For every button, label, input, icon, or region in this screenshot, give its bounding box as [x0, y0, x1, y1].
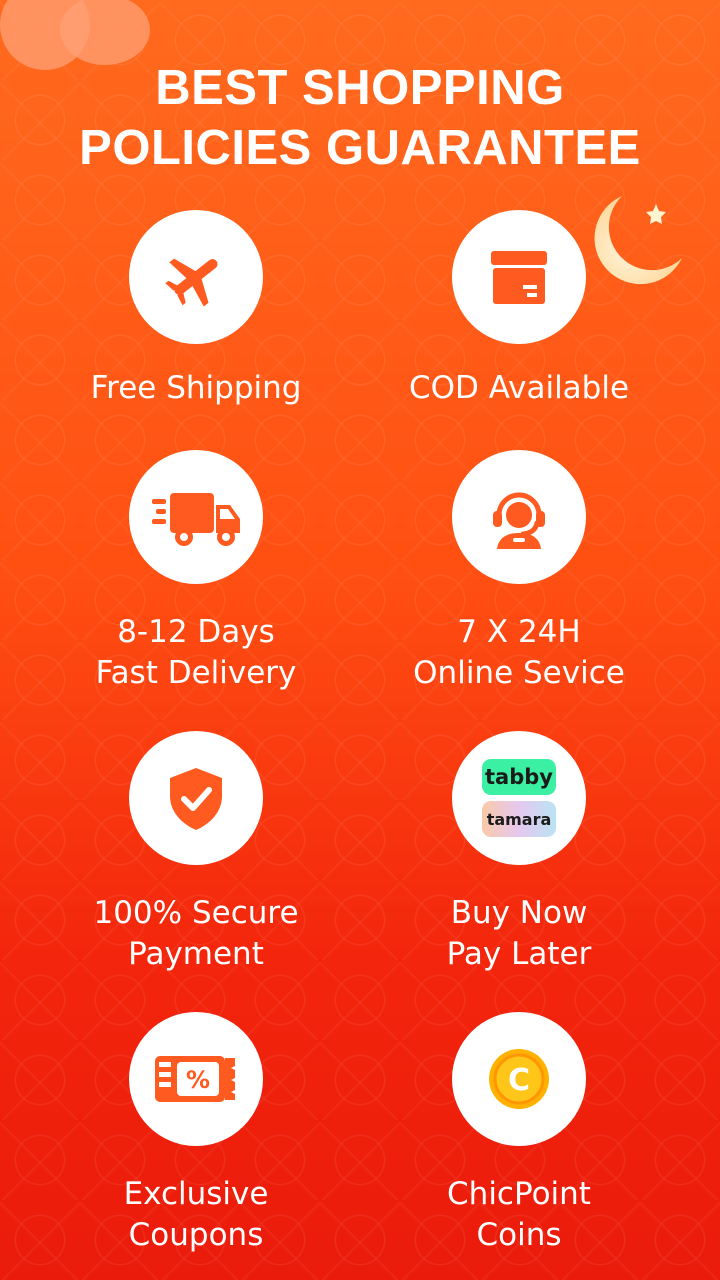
feature-icon-circle: C: [452, 1012, 586, 1146]
title-line-2: POLICIES GUARANTEE: [79, 121, 641, 175]
feature-icon-circle: [129, 450, 263, 584]
feature-secure-payment: 100% Secure Payment: [31, 731, 361, 975]
feature-label: Exclusive Coupons: [123, 1176, 269, 1253]
airplane-icon: [165, 258, 218, 307]
bnpl-logos-icon: tabby tamara: [482, 759, 556, 837]
feature-icon-circle: [452, 450, 586, 584]
tamara-logo: tamara: [482, 801, 556, 837]
package-box-icon: [491, 251, 547, 304]
coin-icon: C: [489, 1049, 549, 1109]
feature-icon-circle: [129, 210, 263, 344]
coin-letter: C: [508, 1063, 530, 1098]
page-title: BEST SHOPPING POLICIES GUARANTEE: [0, 58, 720, 178]
feature-label: 8-12 Days Fast Delivery: [95, 614, 297, 691]
delivery-truck-icon: [152, 493, 240, 546]
feature-chicpoint-coins: C ChicPoint Coins: [354, 1012, 684, 1256]
feature-label: 100% Secure Payment: [93, 895, 299, 972]
feature-online-service: 7 X 24H Online Sevice: [354, 450, 684, 694]
feature-free-shipping: Free Shipping: [31, 210, 361, 409]
security-shield-check-icon: [170, 768, 222, 830]
feature-label: COD Available: [408, 370, 630, 406]
coupon-percent-badge: %: [186, 1066, 210, 1094]
feature-icon-circle: [129, 731, 263, 865]
feature-icon-circle: [452, 210, 586, 344]
feature-buy-now-pay-later: tabby tamara Buy Now Pay Later: [354, 731, 684, 975]
feature-fast-delivery: 8-12 Days Fast Delivery: [31, 450, 361, 694]
feature-label: Buy Now Pay Later: [446, 895, 592, 972]
coupon-ticket-icon: %: [155, 1056, 235, 1102]
customer-service-headset-icon: [493, 492, 545, 549]
title-line-1: BEST SHOPPING: [155, 61, 565, 115]
feature-label: 7 X 24H Online Sevice: [413, 614, 625, 691]
feature-icon-circle: %: [129, 1012, 263, 1146]
feature-label: Free Shipping: [90, 370, 302, 406]
cloud-decoration: [0, 0, 160, 70]
feature-icon-circle: tabby tamara: [452, 731, 586, 865]
feature-exclusive-coupons: % Exclusive Coupons: [31, 1012, 361, 1256]
feature-label: ChicPoint Coins: [447, 1176, 591, 1253]
feature-cod-available: COD Available: [354, 210, 684, 409]
tabby-logo: tabby: [482, 759, 556, 795]
